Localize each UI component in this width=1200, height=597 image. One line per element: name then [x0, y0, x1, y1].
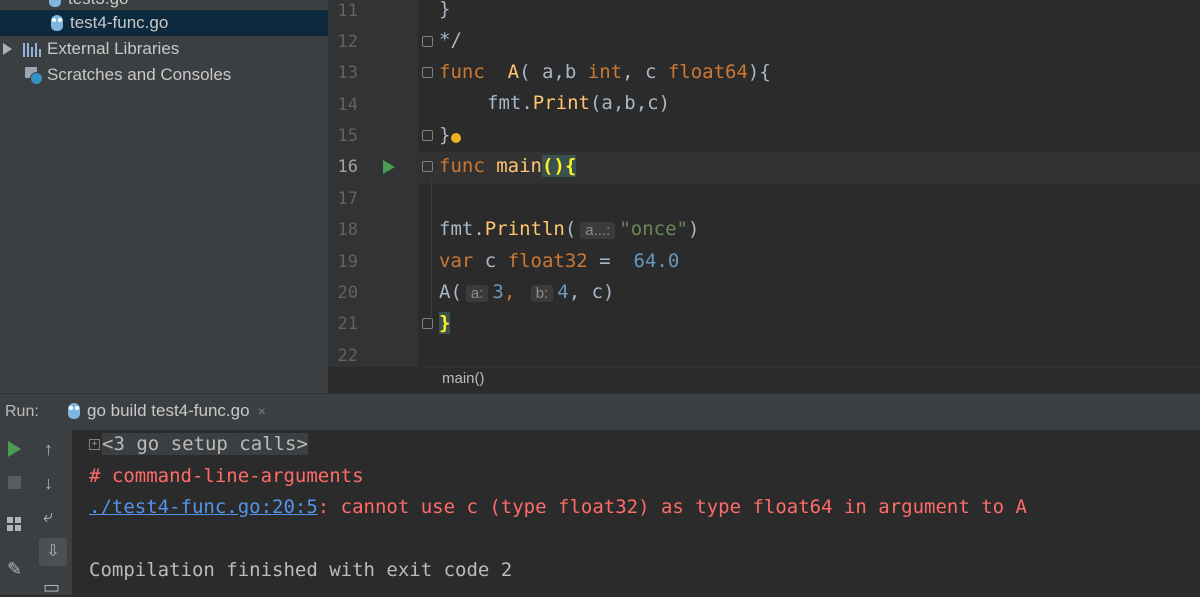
code-line-18: fmt.Println(a...: "once") — [439, 218, 700, 240]
scroll-to-end-icon[interactable]: ⇩ — [39, 538, 67, 566]
fold-marker-icon[interactable] — [422, 130, 433, 141]
code-line-20: A(a: 3, b: 4, c) — [439, 281, 615, 303]
expand-arrow-icon[interactable] — [3, 43, 12, 55]
error-location-link[interactable]: ./test4-func.go:20:5 — [89, 496, 318, 518]
code-line-21: } — [439, 312, 451, 334]
tree-item-external-libraries[interactable]: External Libraries — [0, 36, 328, 62]
line-number: 15 — [337, 126, 358, 146]
code-line-13: func A( a,b int, c float64){ — [439, 61, 771, 83]
fold-marker-icon[interactable] — [422, 161, 433, 172]
fold-marker-icon[interactable] — [422, 67, 433, 78]
expand-icon[interactable]: + — [89, 439, 100, 450]
line-number: 13 — [337, 63, 358, 83]
layout-icon[interactable] — [7, 517, 22, 531]
line-number: 17 — [337, 189, 358, 209]
tree-item-label: test4-func.go — [70, 13, 169, 32]
stop-icon[interactable] — [8, 476, 21, 489]
close-icon[interactable]: × — [258, 403, 266, 419]
fold-marker-icon[interactable] — [422, 36, 433, 47]
code-line-19: var c float32 = 64.0 — [439, 250, 680, 272]
line-number: 11 — [337, 1, 358, 21]
breadcrumb-bar — [418, 367, 1200, 394]
code-line-16: func main(){ — [439, 155, 577, 177]
run-label: Run: — [5, 403, 39, 420]
line-number: 20 — [337, 283, 358, 303]
tree-item-scratches[interactable]: Scratches and Consoles — [0, 62, 328, 88]
line-number: 19 — [337, 252, 358, 272]
code-line-14: fmt.Print(a,b,c) — [487, 92, 671, 114]
setup-calls-line[interactable]: + <3 go setup calls> — [89, 433, 308, 455]
soft-wrap-icon[interactable]: ⤶ — [43, 507, 53, 525]
tree-item-test4-func[interactable]: test4-func.go — [0, 10, 328, 36]
gopher-icon — [68, 403, 80, 419]
tree-item-label: Scratches and Consoles — [47, 65, 232, 84]
param-hint: a...: — [580, 222, 616, 239]
arrow-down-icon[interactable]: ↓ — [44, 474, 53, 492]
error-line: ./test4-func.go:20:5: cannot use c (type… — [89, 496, 1027, 518]
run-tab[interactable]: go build test4-func.go × — [62, 393, 272, 429]
code-line-12: */ — [439, 29, 462, 51]
lightbulb-icon[interactable] — [451, 133, 461, 143]
gopher-icon — [51, 15, 63, 31]
run-tab-title: go build test4-func.go — [87, 401, 250, 420]
param-hint: a: — [465, 285, 489, 302]
line-number: 21 — [337, 314, 358, 334]
pin-icon[interactable]: ✎ — [7, 560, 22, 578]
rerun-icon[interactable] — [8, 441, 21, 457]
output-line: # command-line-arguments — [89, 465, 364, 487]
arrow-up-icon[interactable]: ↑ — [44, 440, 53, 458]
indent-guide — [431, 180, 432, 320]
line-number: 14 — [337, 95, 358, 115]
gopher-icon — [49, 0, 61, 7]
code-line-15: } — [439, 124, 451, 146]
tree-item-label: External Libraries — [47, 39, 180, 58]
library-icon — [23, 41, 41, 57]
line-number: 22 — [337, 346, 358, 366]
tree-item-label: test3.go — [68, 0, 129, 9]
project-tree: test3.go test4-func.go External Librarie… — [0, 0, 328, 393]
print-icon[interactable]: ▭ — [43, 578, 60, 596]
editor-gutter — [328, 0, 418, 367]
breadcrumb[interactable]: main() — [442, 370, 485, 387]
line-number-current: 16 — [337, 157, 358, 177]
param-hint: b: — [530, 285, 554, 302]
code-line-11: } — [439, 0, 451, 20]
run-gutter-icon[interactable] — [383, 160, 395, 174]
scratches-icon — [25, 67, 43, 85]
line-number: 12 — [337, 32, 358, 52]
line-number: 18 — [337, 220, 358, 240]
output-line: Compilation finished with exit code 2 — [89, 559, 513, 581]
